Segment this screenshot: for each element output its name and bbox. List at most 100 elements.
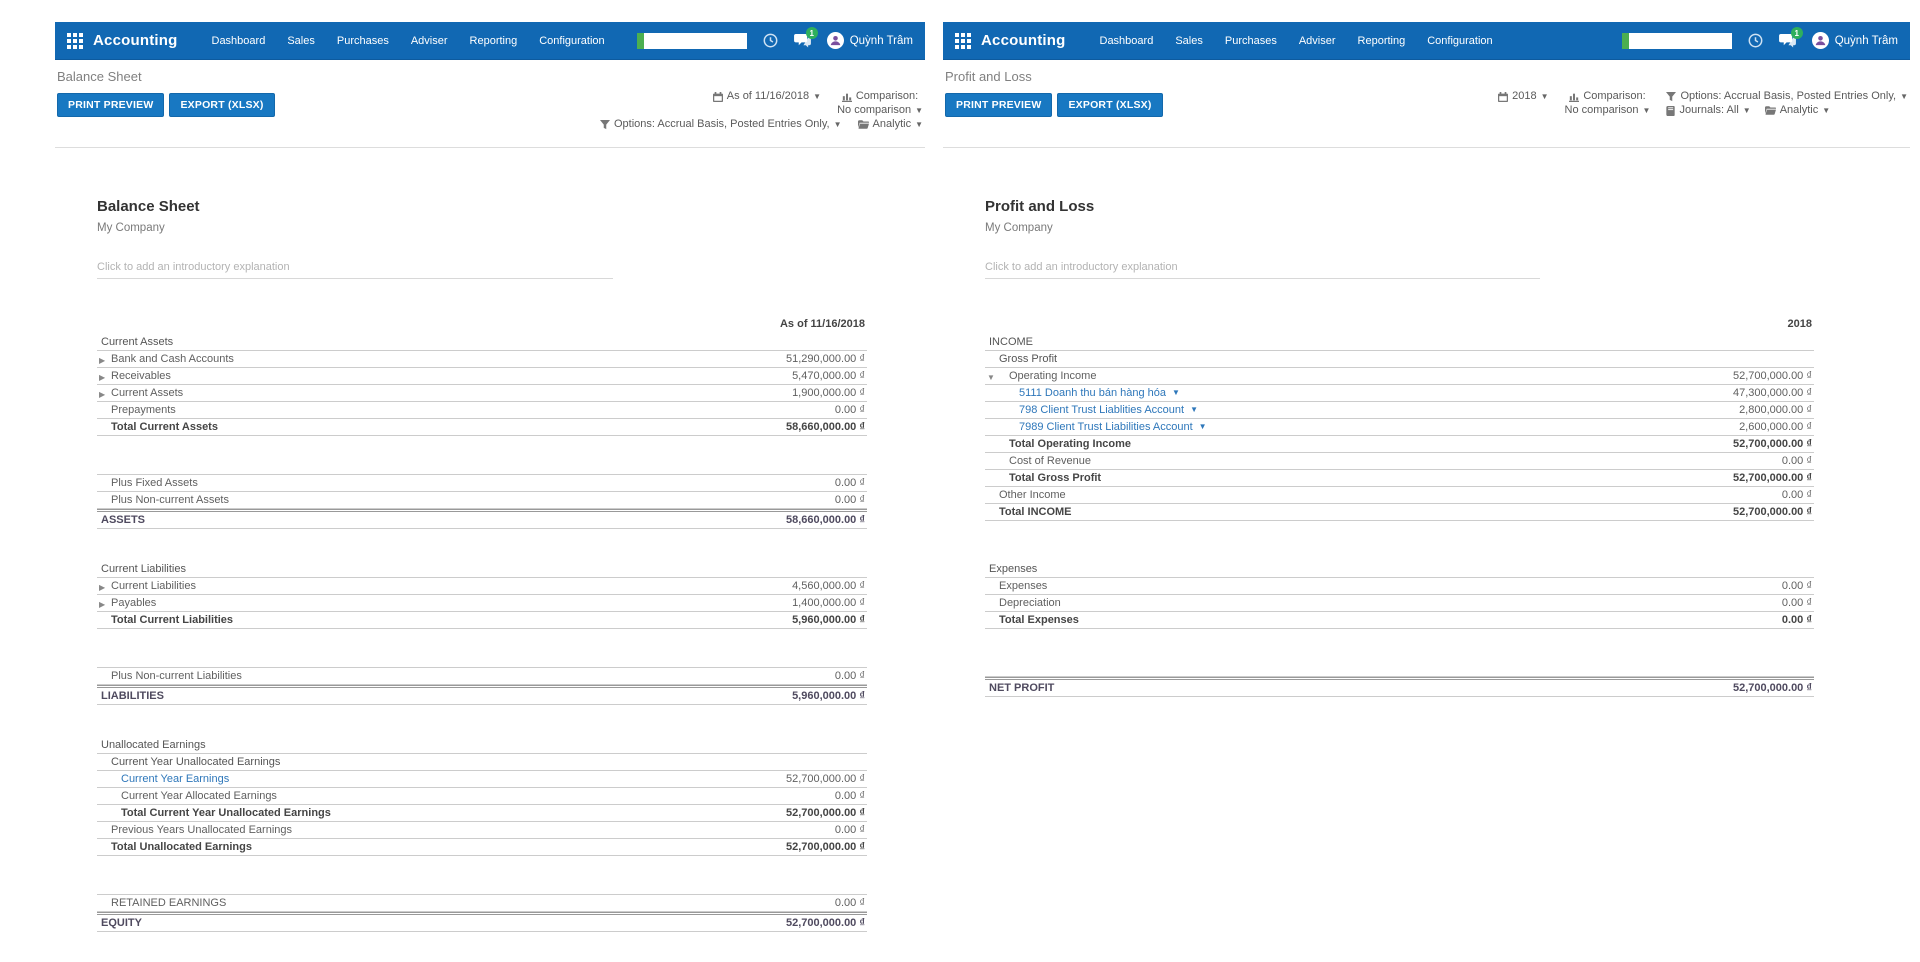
main-menu: Dashboard Sales Purchases Adviser Reporting C… — [1100, 35, 1493, 47]
report-sheet: Balance Sheet My Company Click to add an… — [55, 148, 925, 962]
comparison-filter[interactable]: Comparison: — [842, 90, 918, 103]
menu-item-configuration[interactable]: Configuration — [1427, 35, 1492, 47]
app-brand[interactable]: Accounting — [981, 32, 1066, 49]
row-label: Total Current Year Unallocated Earnings — [121, 807, 331, 819]
date-filter[interactable]: 2018▼ — [1498, 90, 1548, 103]
top-navbar: Accounting Dashboard Sales Purchases Advise… — [943, 22, 1910, 60]
row-value: 52,700,000.00 ₫ — [1733, 472, 1812, 484]
unfold-caret-icon[interactable]: ▶ — [99, 599, 105, 611]
grand-row: LIABILITIES5,960,000.00 ₫ — [97, 685, 867, 705]
item-row: ▶Payables1,400,000.00 ₫ — [97, 595, 867, 612]
comparison-value[interactable]: No comparison▼ — [837, 104, 923, 117]
row-label: Total Operating Income — [1009, 438, 1131, 450]
user-name: Quỳnh Trâm — [1835, 35, 1898, 47]
options-filter[interactable]: Options: Accrual Basis, Posted Entries O… — [1666, 90, 1908, 103]
search-input[interactable] — [1622, 33, 1732, 49]
unfold-caret-icon[interactable]: ▼ — [987, 372, 995, 384]
options-filter[interactable]: Options: Accrual Basis, Posted Entries O… — [600, 118, 842, 131]
row-label: Total Unallocated Earnings — [111, 841, 252, 853]
row-value: 0.00 ₫ — [835, 494, 865, 506]
menu-item-sales[interactable]: Sales — [287, 35, 315, 47]
user-menu[interactable]: Quỳnh Trâm — [827, 32, 913, 49]
analytic-filter[interactable]: Analytic▼ — [1765, 104, 1830, 117]
menu-item-adviser[interactable]: Adviser — [1299, 35, 1336, 47]
profit-loss-window: Accounting Dashboard Sales Purchases Advise… — [943, 22, 1910, 727]
row-label: Total INCOME — [999, 506, 1072, 518]
row-value: 1,900,000.00 ₫ — [792, 387, 865, 399]
menu-item-dashboard[interactable]: Dashboard — [1100, 35, 1154, 47]
account-dropdown-caret-icon[interactable]: ▼ — [1172, 387, 1180, 399]
unfold-caret-icon[interactable]: ▶ — [99, 389, 105, 401]
account-dropdown-caret-icon[interactable]: ▼ — [1190, 404, 1198, 416]
unfold-caret-icon[interactable]: ▶ — [99, 372, 105, 384]
clock-icon[interactable] — [1748, 33, 1763, 48]
account-dropdown-caret-icon[interactable]: ▼ — [1199, 421, 1207, 433]
unfold-caret-icon[interactable]: ▶ — [99, 355, 105, 367]
row-value: 2,600,000.00 ₫ — [1739, 421, 1812, 433]
menu-item-dashboard[interactable]: Dashboard — [212, 35, 266, 47]
breadcrumb[interactable]: Profit and Loss — [945, 69, 1908, 84]
row-value: 47,300,000.00 ₫ — [1733, 387, 1812, 399]
grand-row: EQUITY52,700,000.00 ₫ — [97, 912, 867, 932]
breadcrumb[interactable]: Balance Sheet — [57, 69, 923, 84]
row-label[interactable]: 5111 Doanh thu bán hàng hóa — [1019, 387, 1166, 399]
journals-filter[interactable]: Journals: All▼ — [1666, 104, 1750, 117]
export-xlsx-button[interactable]: EXPORT (XLSX) — [169, 93, 274, 117]
messages-icon[interactable]: 1 — [1779, 33, 1796, 48]
messages-icon[interactable]: 1 — [794, 33, 811, 48]
row-label: Total Current Assets — [111, 421, 218, 433]
app-brand[interactable]: Accounting — [93, 32, 178, 49]
company-name: My Company — [97, 222, 867, 234]
row-label: NET PROFIT — [989, 682, 1054, 694]
grand-row: NET PROFIT52,700,000.00 ₫ — [985, 677, 1814, 697]
menu-item-purchases[interactable]: Purchases — [337, 35, 389, 47]
date-filter[interactable]: As of 11/16/2018▼ — [713, 90, 821, 103]
comparison-filter[interactable]: Comparison: — [1569, 90, 1645, 103]
row-value: 0.00 ₫ — [1782, 455, 1812, 467]
spacer-row — [97, 856, 867, 895]
print-preview-button[interactable]: PRINT PREVIEW — [57, 93, 164, 117]
row-label: Plus Non-current Assets — [111, 494, 229, 506]
row-value: 0.00 ₫ — [835, 897, 865, 909]
intro-explanation-input[interactable]: Click to add an introductory explanation — [97, 261, 613, 279]
export-xlsx-button[interactable]: EXPORT (XLSX) — [1057, 93, 1162, 117]
total-row: Total Gross Profit52,700,000.00 ₫ — [985, 470, 1814, 487]
row-value: 0.00 ₫ — [1782, 597, 1812, 609]
search-input[interactable] — [637, 33, 747, 49]
row-label: Total Expenses — [999, 614, 1079, 626]
item-row: Previous Years Unallocated Earnings0.00 … — [97, 822, 867, 839]
menu-item-adviser[interactable]: Adviser — [411, 35, 448, 47]
report-title: Balance Sheet — [97, 198, 867, 215]
row-value: 5,960,000.00 ₫ — [792, 614, 865, 626]
intro-explanation-input[interactable]: Click to add an introductory explanation — [985, 261, 1540, 279]
row-label[interactable]: 7989 Client Trust Liabilities Account — [1019, 421, 1193, 433]
link-row: Current Year Earnings52,700,000.00 ₫ — [97, 771, 867, 788]
link-row: 5111 Doanh thu bán hàng hóa ▼ 47,300,000.0… — [985, 385, 1814, 402]
print-preview-button[interactable]: PRINT PREVIEW — [945, 93, 1052, 117]
menu-item-sales[interactable]: Sales — [1175, 35, 1203, 47]
report-control-bar: Profit and Loss PRINT PREVIEW EXPORT (XL… — [943, 60, 1910, 148]
row-label: Expenses — [989, 563, 1037, 575]
row-label[interactable]: Current Year Earnings — [121, 773, 229, 785]
unfold-caret-icon[interactable]: ▶ — [99, 582, 105, 594]
user-name: Quỳnh Trâm — [850, 35, 913, 47]
clock-icon[interactable] — [763, 33, 778, 48]
item-row: Other Income0.00 ₫ — [985, 487, 1814, 504]
menu-item-configuration[interactable]: Configuration — [539, 35, 604, 47]
row-label: Total Current Liabilities — [111, 614, 233, 626]
user-menu[interactable]: Quỳnh Trâm — [1812, 32, 1898, 49]
row-value: 0.00 ₫ — [835, 404, 865, 416]
apps-grid-icon[interactable] — [67, 33, 83, 49]
row-label[interactable]: 798 Client Trust Liablities Account — [1019, 404, 1184, 416]
column-header: 2018 — [1788, 318, 1812, 330]
analytic-filter[interactable]: Analytic▼ — [858, 118, 923, 131]
comparison-value[interactable]: No comparison▼ — [1565, 104, 1651, 117]
apps-grid-icon[interactable] — [955, 33, 971, 49]
row-value: 0.00 ₫ — [835, 824, 865, 836]
row-value: 5,960,000.00 ₫ — [792, 690, 865, 702]
menu-item-purchases[interactable]: Purchases — [1225, 35, 1277, 47]
link-row: 7989 Client Trust Liabilities Account ▼ 2,… — [985, 419, 1814, 436]
menu-item-reporting[interactable]: Reporting — [1358, 35, 1406, 47]
row-label: Payables — [111, 597, 156, 609]
menu-item-reporting[interactable]: Reporting — [470, 35, 518, 47]
